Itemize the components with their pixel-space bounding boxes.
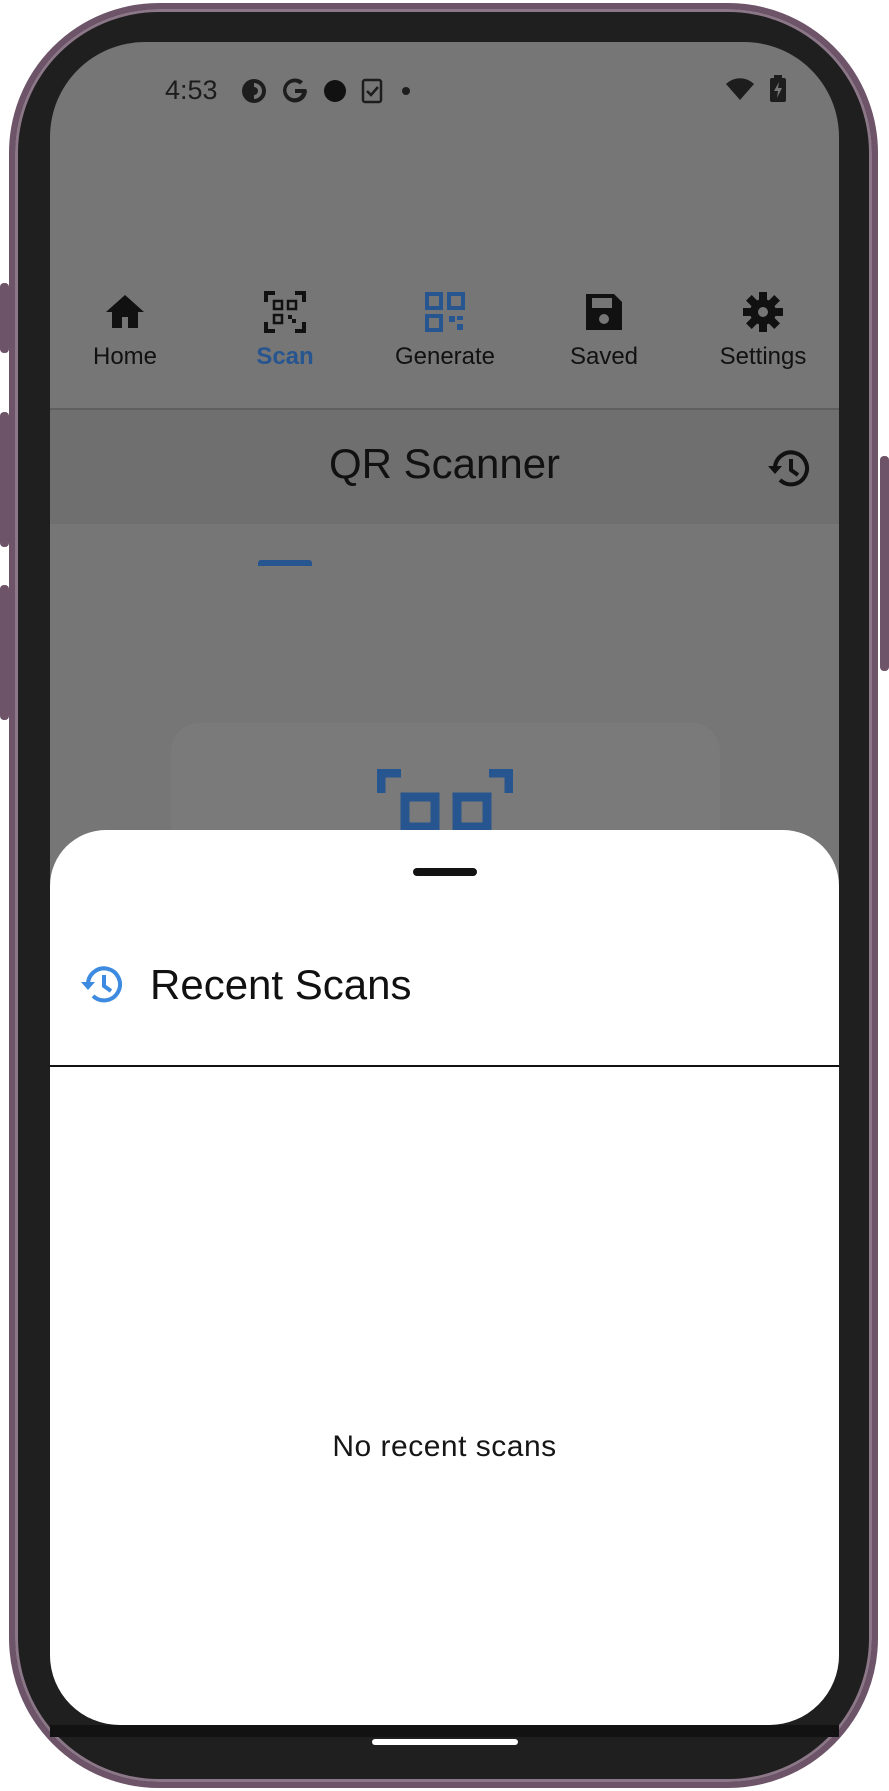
nav-bar-background: [50, 1725, 839, 1737]
qr-code-icon: [425, 292, 465, 332]
side-button-left-low: [0, 585, 9, 720]
drag-handle[interactable]: [413, 868, 477, 876]
screen: 4:53 Home Scan Generate Saved Settings Q…: [50, 42, 839, 1725]
top-tab-bar: Home Scan Generate Saved Settings: [50, 242, 839, 566]
history-icon[interactable]: [767, 446, 813, 492]
podcast-icon: [242, 79, 266, 103]
dot-icon: [324, 80, 346, 102]
tab-generate[interactable]: Generate: [370, 242, 520, 408]
wifi-icon: [726, 78, 754, 100]
gear-icon: [743, 292, 783, 332]
status-bar: 4:53: [50, 42, 839, 152]
clipboard-check-icon: [361, 78, 383, 104]
page-title: QR Scanner: [328, 440, 561, 487]
save-icon: [586, 294, 622, 330]
tab-home-label: Home: [92, 343, 158, 370]
google-icon: [283, 78, 307, 103]
tab-settings[interactable]: Settings: [688, 242, 838, 408]
divider: [50, 1065, 839, 1067]
tab-saved[interactable]: Saved: [529, 242, 679, 408]
tab-home[interactable]: Home: [50, 242, 200, 408]
home-icon: [106, 295, 144, 328]
status-left-icons: [240, 76, 416, 106]
battery-charging-icon: [770, 75, 786, 102]
app-bar: QR Scanner: [50, 410, 839, 524]
tab-generate-label: Generate: [394, 343, 496, 370]
history-icon: [81, 966, 122, 1003]
status-right-icons: [725, 75, 787, 103]
side-button-left-top: [0, 283, 9, 353]
sheet-title: Recent Scans: [150, 961, 412, 1008]
tab-settings-label: Settings: [719, 343, 807, 370]
side-button-left-mid: [0, 412, 9, 547]
tab-active-indicator: [258, 560, 312, 566]
qr-scan-icon: [264, 291, 306, 333]
tab-scan-label: Scan: [256, 343, 314, 370]
status-time: 4:53: [165, 75, 218, 105]
tab-scan[interactable]: Scan: [210, 242, 360, 408]
gesture-handle[interactable]: [372, 1739, 518, 1745]
side-button-right: [880, 456, 889, 671]
small-dot-icon: [402, 87, 410, 95]
tab-saved-label: Saved: [569, 343, 639, 370]
recent-scans-sheet: Recent Scans No recent scans: [50, 830, 839, 1725]
sheet-header: Recent Scans: [80, 950, 411, 1020]
empty-state-message: No recent scans: [332, 1430, 557, 1463]
